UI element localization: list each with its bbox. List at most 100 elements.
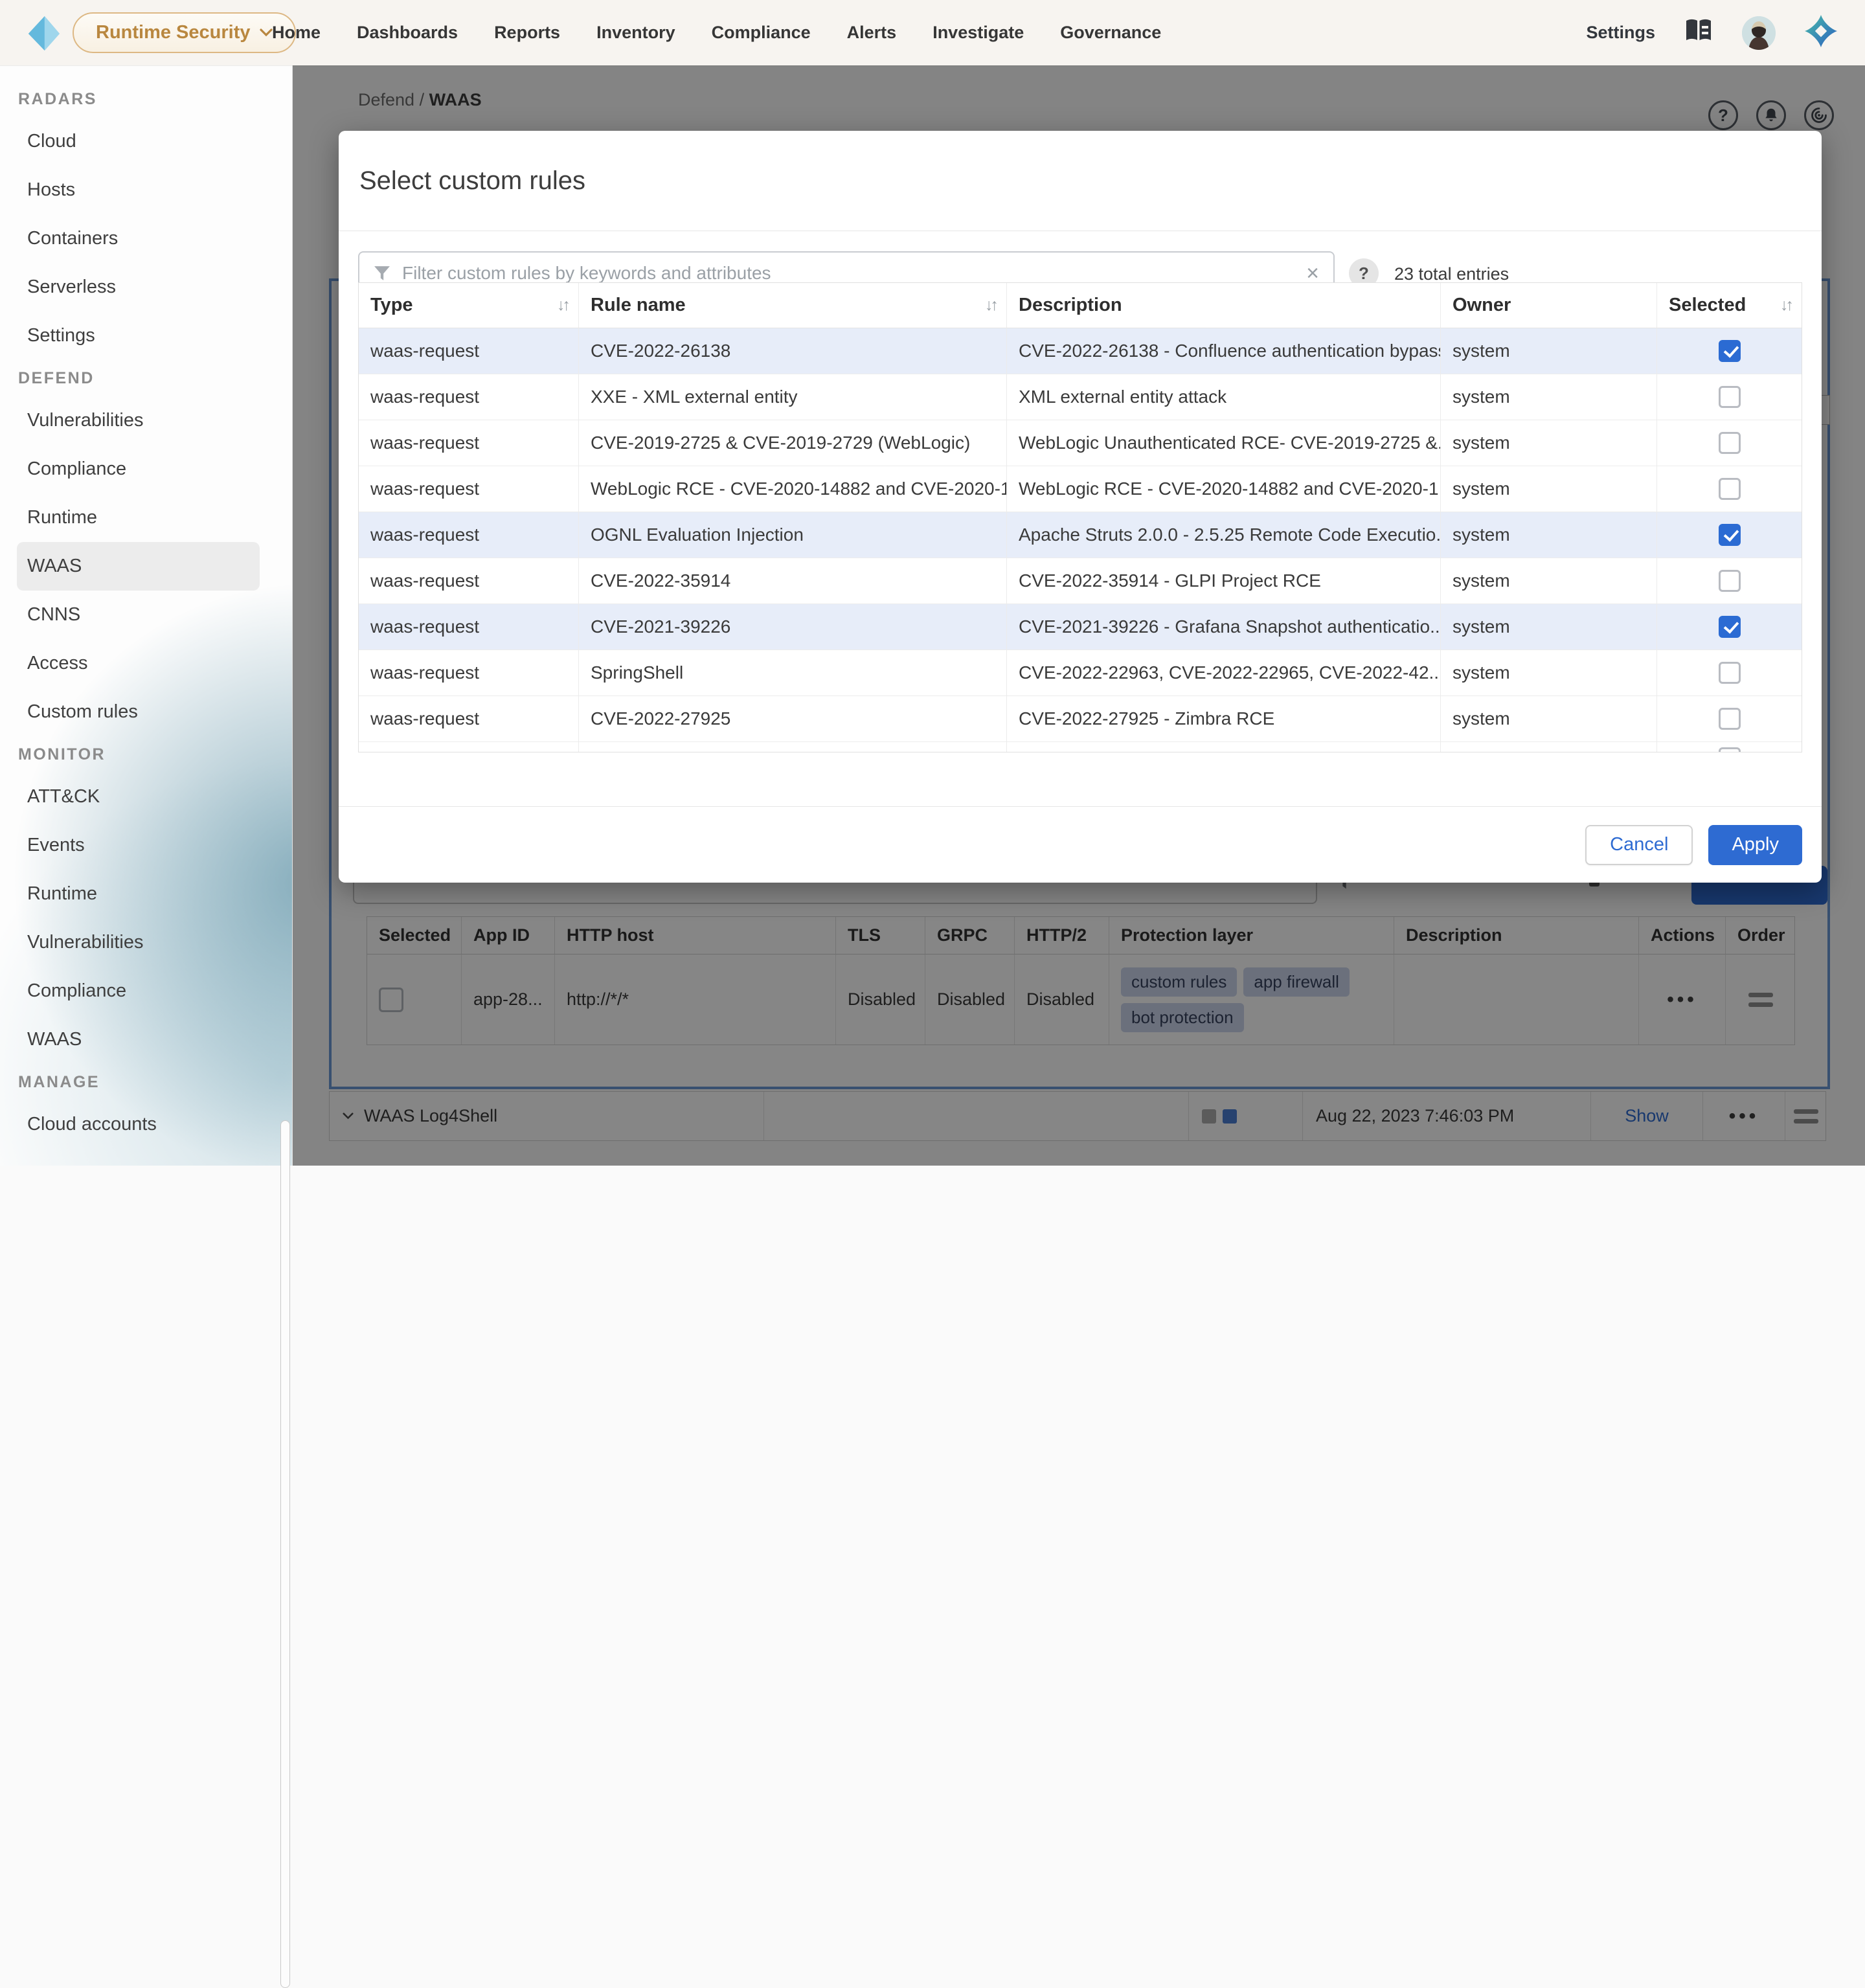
apply-button[interactable]: Apply bbox=[1708, 825, 1802, 865]
sidebar-item-serverless[interactable]: Serverless bbox=[0, 263, 292, 311]
sidebar-item-compliance[interactable]: Compliance bbox=[0, 967, 292, 1015]
table-row[interactable]: waas-requestCVE-2019-2725 & CVE-2019-272… bbox=[359, 420, 1802, 466]
nav-right-cluster: Settings bbox=[1586, 0, 1838, 65]
nav-item-alerts[interactable]: Alerts bbox=[847, 23, 897, 43]
sidebar-section-monitor: MONITOR bbox=[0, 736, 292, 773]
table-row[interactable]: waas-requestCVE-2022-27925CVE-2022-27925… bbox=[359, 696, 1802, 742]
column-header-rule-name[interactable]: Rule name ↓↑ bbox=[579, 283, 1007, 328]
rule-checkbox[interactable] bbox=[1719, 432, 1741, 454]
sidebar-item-vulnerabilities[interactable]: Vulnerabilities bbox=[0, 918, 292, 967]
sidebar-item-att-ck[interactable]: ATT&CK bbox=[0, 773, 292, 821]
nav-item-reports[interactable]: Reports bbox=[494, 23, 560, 43]
rule-checkbox[interactable] bbox=[1719, 616, 1741, 638]
sidebar-item-settings[interactable]: Settings bbox=[0, 311, 292, 360]
table-row[interactable] bbox=[359, 742, 1802, 752]
sidebar-item-runtime[interactable]: Runtime bbox=[0, 870, 292, 918]
rule-name-cell: CVE-2022-26138 bbox=[579, 328, 1007, 374]
sidebar-item-access[interactable]: Access bbox=[0, 639, 292, 688]
sidebar-item-containers[interactable]: Containers bbox=[0, 214, 292, 263]
product-switcher[interactable]: Runtime Security bbox=[73, 12, 296, 53]
primary-nav: Home Dashboards Reports Inventory Compliance… bbox=[272, 0, 1161, 65]
rule-checkbox[interactable] bbox=[1719, 340, 1741, 362]
nav-item-investigate[interactable]: Investigate bbox=[932, 23, 1024, 43]
selected-cell bbox=[1657, 466, 1802, 512]
column-header-owner[interactable]: Owner bbox=[1441, 283, 1657, 328]
rule-name-cell: CVE-2022-35914 bbox=[579, 558, 1007, 604]
sidebar-item-vulnerabilities[interactable]: Vulnerabilities bbox=[0, 396, 292, 445]
sidebar: RADARSCloudHostsContainersServerlessSett… bbox=[0, 65, 293, 1166]
modal-header: Select custom rules bbox=[339, 131, 1822, 231]
sort-icon[interactable]: ↓↑ bbox=[1780, 296, 1791, 315]
sidebar-item-events[interactable]: Events bbox=[0, 821, 292, 870]
sidebar-item-custom-rules[interactable]: Custom rules bbox=[0, 688, 292, 736]
rule-checkbox[interactable] bbox=[1719, 570, 1741, 592]
sidebar-item-cloud-accounts[interactable]: Cloud accounts bbox=[0, 1100, 292, 1149]
sidebar-item-waas[interactable]: WAAS bbox=[0, 1015, 292, 1064]
rule-checkbox[interactable] bbox=[1719, 386, 1741, 408]
column-header-type[interactable]: Type ↓↑ bbox=[359, 283, 579, 328]
type-cell: waas-request bbox=[359, 374, 579, 420]
table-row[interactable]: waas-requestSpringShellCVE-2022-22963, C… bbox=[359, 650, 1802, 696]
nav-item-inventory[interactable]: Inventory bbox=[596, 23, 675, 43]
sidebar-item-compliance[interactable]: Compliance bbox=[0, 445, 292, 493]
modal-footer: Cancel Apply bbox=[339, 806, 1822, 883]
description-cell: WebLogic RCE - CVE-2020-14882 and CVE-20… bbox=[1007, 466, 1441, 512]
table-row[interactable]: waas-requestCVE-2021-39226CVE-2021-39226… bbox=[359, 604, 1802, 650]
settings-link[interactable]: Settings bbox=[1586, 23, 1655, 43]
column-header-selected[interactable]: Selected↓↑ bbox=[1657, 283, 1802, 328]
type-cell: waas-request bbox=[359, 420, 579, 466]
table-row[interactable]: waas-requestCVE-2022-35914CVE-2022-35914… bbox=[359, 558, 1802, 604]
description-cell bbox=[1007, 742, 1441, 752]
table-row[interactable]: waas-requestWebLogic RCE - CVE-2020-1488… bbox=[359, 466, 1802, 512]
type-cell: waas-request bbox=[359, 696, 579, 742]
app-logo-icon[interactable] bbox=[25, 14, 62, 55]
table-row[interactable]: waas-requestOGNL Evaluation InjectionApa… bbox=[359, 512, 1802, 558]
prisma-cloud-logo-icon[interactable] bbox=[1804, 14, 1838, 51]
nav-item-dashboards[interactable]: Dashboards bbox=[357, 23, 458, 43]
table-row[interactable]: waas-requestCVE-2022-26138CVE-2022-26138… bbox=[359, 328, 1802, 374]
sort-icon[interactable]: ↓↑ bbox=[557, 296, 568, 315]
rule-checkbox[interactable] bbox=[1719, 747, 1741, 752]
description-cell: CVE-2022-27925 - Zimbra RCE bbox=[1007, 696, 1441, 742]
description-cell: CVE-2021-39226 - Grafana Snapshot authen… bbox=[1007, 604, 1441, 650]
selected-cell bbox=[1657, 374, 1802, 420]
docs-book-icon[interactable] bbox=[1684, 18, 1713, 47]
type-cell: waas-request bbox=[359, 328, 579, 374]
nav-item-compliance[interactable]: Compliance bbox=[712, 23, 811, 43]
rule-checkbox[interactable] bbox=[1719, 708, 1741, 730]
nav-item-governance[interactable]: Governance bbox=[1060, 23, 1161, 43]
sidebar-item-runtime[interactable]: Runtime bbox=[0, 493, 292, 542]
filter-input[interactable] bbox=[402, 263, 1294, 284]
nav-item-home[interactable]: Home bbox=[272, 23, 321, 43]
owner-cell: system bbox=[1441, 558, 1657, 604]
description-cell: CVE-2022-22963, CVE-2022-22965, CVE-2022… bbox=[1007, 650, 1441, 696]
rule-checkbox[interactable] bbox=[1719, 524, 1741, 546]
type-cell bbox=[359, 742, 579, 752]
type-cell: waas-request bbox=[359, 604, 579, 650]
description-cell: CVE-2022-26138 - Confluence authenticati… bbox=[1007, 328, 1441, 374]
top-nav: Runtime Security Home Dashboards Reports In… bbox=[0, 0, 1865, 65]
clear-filter-icon[interactable]: × bbox=[1306, 262, 1319, 284]
rule-checkbox[interactable] bbox=[1719, 662, 1741, 684]
sidebar-section-defend: DEFEND bbox=[0, 360, 292, 396]
sidebar-item-cnns[interactable]: CNNS bbox=[0, 591, 292, 639]
column-header-description[interactable]: Description bbox=[1007, 283, 1441, 328]
sidebar-section-radars: RADARS bbox=[0, 81, 292, 117]
column-label: Rule name bbox=[591, 295, 686, 316]
rule-name-cell: WebLogic RCE - CVE-2020-14882 and CVE-20… bbox=[579, 466, 1007, 512]
sidebar-item-hosts[interactable]: Hosts bbox=[0, 166, 292, 214]
sidebar-scrollbar-thumb[interactable] bbox=[280, 1120, 290, 1988]
column-label: Type bbox=[370, 295, 413, 316]
user-avatar[interactable] bbox=[1742, 16, 1776, 50]
rule-checkbox[interactable] bbox=[1719, 478, 1741, 500]
description-cell: CVE-2022-35914 - GLPI Project RCE bbox=[1007, 558, 1441, 604]
cancel-button[interactable]: Cancel bbox=[1585, 825, 1693, 865]
sort-icon[interactable]: ↓↑ bbox=[985, 296, 996, 315]
description-cell: Apache Struts 2.0.0 - 2.5.25 Remote Code… bbox=[1007, 512, 1441, 558]
owner-cell: system bbox=[1441, 512, 1657, 558]
type-cell: waas-request bbox=[359, 650, 579, 696]
description-cell: XML external entity attack bbox=[1007, 374, 1441, 420]
sidebar-item-cloud[interactable]: Cloud bbox=[0, 117, 292, 166]
table-row[interactable]: waas-requestXXE - XML external entityXML… bbox=[359, 374, 1802, 420]
sidebar-item-waas[interactable]: WAAS bbox=[17, 542, 260, 591]
